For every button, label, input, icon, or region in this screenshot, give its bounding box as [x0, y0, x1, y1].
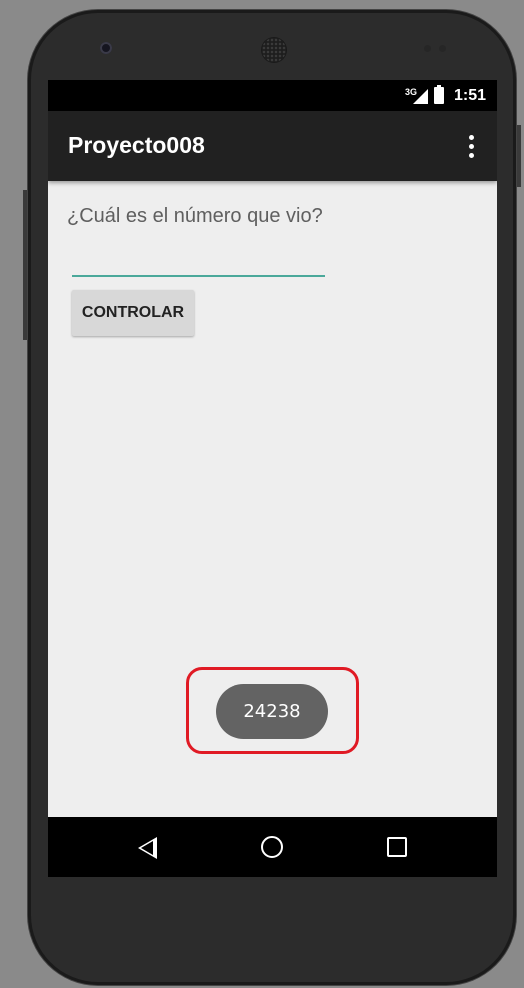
controlar-button[interactable]: CONTROLAR	[72, 290, 194, 336]
toast-message: 24238	[216, 684, 328, 739]
light-sensor	[439, 45, 446, 52]
app-bar: Proyecto008	[48, 111, 497, 181]
back-icon[interactable]	[138, 837, 157, 859]
signal-icon	[413, 89, 428, 104]
main-content: ¿Cuál es el número que vio? CONTROLAR 24…	[48, 181, 497, 817]
volume-button	[23, 190, 27, 340]
question-label: ¿Cuál es el número que vio?	[67, 205, 323, 227]
app-title: Proyecto008	[68, 132, 205, 158]
earpiece-speaker	[262, 38, 286, 62]
home-icon[interactable]	[261, 836, 283, 858]
more-vert-icon[interactable]	[465, 135, 477, 159]
power-button	[517, 125, 521, 187]
proximity-sensor	[424, 45, 431, 52]
status-time: 1:51	[453, 87, 486, 104]
recents-icon[interactable]	[387, 837, 407, 857]
device-screen: 3G 1:51 Proyecto008 ¿Cuál es el número q…	[48, 80, 497, 877]
answer-input[interactable]	[72, 249, 325, 277]
navigation-bar	[48, 817, 497, 877]
battery-icon	[434, 85, 444, 104]
front-camera	[100, 42, 112, 54]
status-bar: 3G 1:51	[48, 80, 497, 111]
